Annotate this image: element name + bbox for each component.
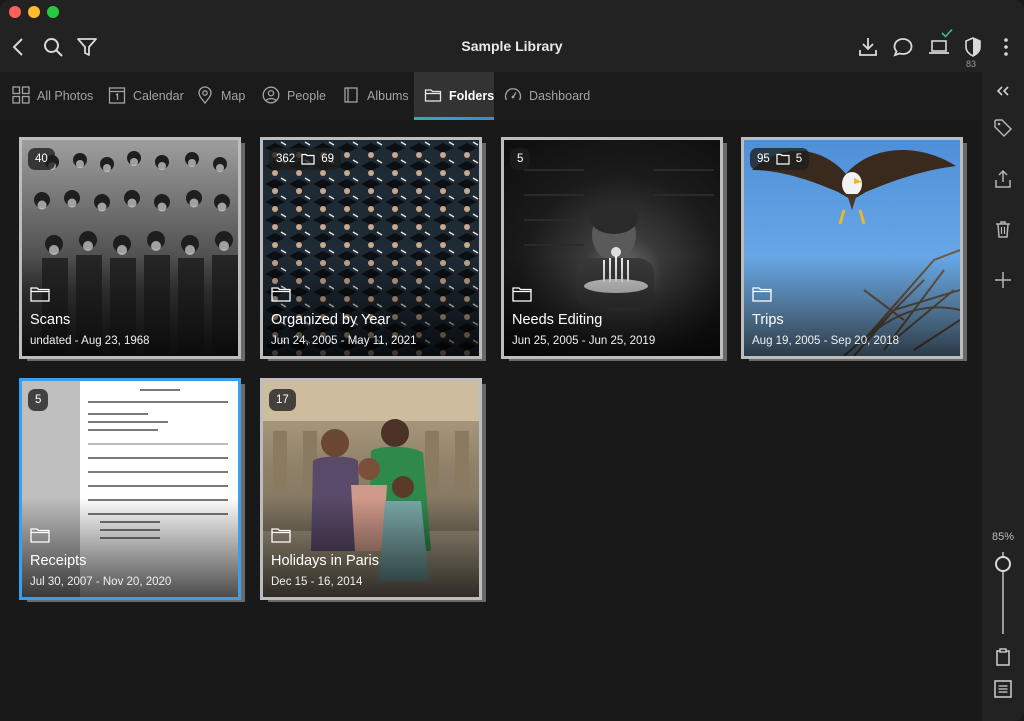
folder-icon	[512, 287, 532, 302]
item-count-badge: 362 69	[269, 148, 341, 170]
minimize-window-button[interactable]	[28, 6, 40, 18]
shield-count: 83	[966, 59, 977, 69]
tab-label: Dashboard	[529, 89, 591, 103]
photo-count: 362	[276, 153, 296, 165]
folder-icon	[271, 528, 291, 543]
tab-label: All Photos	[37, 89, 94, 103]
folder-title: Scans	[30, 312, 71, 328]
folder-title: Receipts	[30, 553, 87, 569]
folder-date-range: Jun 24, 2005 - May 11, 2021	[271, 335, 417, 347]
photo-count: 5	[517, 153, 524, 165]
folder-thumbnail: 5 Receipts Jul 30, 2007 - Nov 20, 2020	[22, 381, 238, 597]
folder-thumbnail: 5 Needs Editing Jun 25, 2005 - Jun 25, 2…	[504, 140, 720, 356]
zoom-slider-knob[interactable]	[995, 556, 1011, 573]
share-icon[interactable]	[992, 168, 1014, 190]
item-count-badge: 17	[269, 389, 296, 411]
folder-date-range: Aug 19, 2005 - Sep 20, 2018	[752, 335, 900, 347]
folder-icon	[30, 528, 50, 543]
folder-thumbnail: 17 Holidays in Paris Dec 15 - 16, 2014	[263, 381, 479, 597]
folder-thumbnail: 40 Scans undated - Aug 23, 1968	[22, 140, 238, 356]
folder-card-needs-editing[interactable]: 5 Needs Editing Jun 25, 2005 - Jun 25, 2…	[501, 137, 727, 361]
map-pin-icon	[196, 85, 214, 107]
folder-grid: 40 Scans undated - Aug 23, 1968 362 69 O…	[0, 120, 982, 721]
tab-label: Albums	[367, 89, 409, 103]
subfolder-count: 69	[321, 153, 334, 165]
collapse-chevrons-icon[interactable]	[992, 80, 1014, 102]
app-window: Sample Library 83 All Photos Calendar Ma…	[0, 0, 1024, 721]
photo-count: 95	[757, 153, 770, 165]
add-icon[interactable]	[992, 269, 1014, 291]
tab-people[interactable]: People	[252, 72, 336, 120]
folder-title: Organized by Year	[271, 312, 391, 328]
laptop-sync-icon[interactable]	[928, 36, 950, 58]
folder-title: Holidays in Paris	[271, 553, 379, 569]
person-icon	[262, 86, 280, 107]
item-count-badge: 40	[28, 148, 55, 170]
info-panel-icon[interactable]	[992, 678, 1014, 700]
grid-icon	[12, 85, 30, 107]
folder-card-scans[interactable]: 40 Scans undated - Aug 23, 1968	[19, 137, 245, 361]
folder-card-receipts[interactable]: 5 Receipts Jul 30, 2007 - Nov 20, 2020	[19, 378, 245, 602]
tab-map[interactable]: Map	[186, 72, 255, 120]
tab-label: Map	[221, 89, 246, 103]
tab-label: People	[287, 89, 326, 103]
zoom-window-button[interactable]	[47, 6, 59, 18]
subfolder-count: 5	[795, 153, 803, 165]
item-count-badge: 5	[28, 389, 49, 411]
shield-icon[interactable]	[962, 36, 984, 58]
albums-icon	[342, 86, 360, 107]
folder-icon	[271, 287, 291, 302]
folder-card-holidays-in-paris[interactable]: 17 Holidays in Paris Dec 15 - 16, 2014	[260, 378, 486, 602]
tab-label: Folders	[449, 89, 495, 103]
folder-thumbnail: 95 5 Trips Aug 19, 2005 - Sep 20, 2018	[744, 140, 960, 356]
folder-date-range: Dec 15 - 16, 2014	[271, 576, 363, 588]
tag-icon[interactable]	[992, 117, 1014, 139]
folder-date-range: Jun 25, 2005 - Jun 25, 2019	[512, 335, 656, 347]
tab-all-photos[interactable]: All Photos	[2, 72, 103, 120]
checkmark-icon	[941, 28, 953, 38]
folder-icon	[30, 287, 50, 302]
view-tab-bar: All Photos Calendar Map People Albums Fo…	[0, 72, 982, 120]
folder-card-trips[interactable]: 95 5 Trips Aug 19, 2005 - Sep 20, 2018	[741, 137, 967, 361]
tab-label: Calendar	[133, 89, 184, 103]
photo-count: 17	[276, 394, 289, 406]
toolbar: Sample Library 83	[0, 0, 1024, 72]
folder-thumbnail: 362 69 Organized by Year Jun 24, 2005 - …	[263, 140, 479, 356]
photo-count: 5	[35, 394, 42, 406]
gauge-icon	[504, 86, 522, 107]
folder-card-organized-by-year[interactable]: 362 69 Organized by Year Jun 24, 2005 - …	[260, 137, 486, 361]
folder-icon	[752, 287, 772, 302]
folder-date-range: undated - Aug 23, 1968	[30, 335, 150, 347]
right-sidebar: 85%	[982, 72, 1024, 721]
import-icon[interactable]	[857, 36, 879, 58]
folder-date-range: Jul 30, 2007 - Nov 20, 2020	[30, 576, 172, 588]
calendar-icon	[108, 86, 126, 107]
item-count-badge: 5	[510, 148, 531, 170]
folder-title: Trips	[752, 312, 784, 328]
item-count-badge: 95 5	[750, 148, 810, 170]
photo-count: 40	[35, 153, 48, 165]
more-menu-icon[interactable]	[995, 36, 1017, 58]
clipboard-icon[interactable]	[992, 646, 1014, 668]
close-window-button[interactable]	[9, 6, 21, 18]
zoom-level-label: 85%	[991, 531, 1015, 543]
subfolder-icon	[776, 153, 790, 165]
tab-calendar[interactable]: Calendar	[98, 72, 194, 120]
tab-dashboard[interactable]: Dashboard	[494, 72, 600, 120]
trash-icon[interactable]	[992, 218, 1014, 240]
subfolder-icon	[301, 153, 315, 165]
chat-bubble-icon[interactable]	[892, 36, 914, 58]
folder-title: Needs Editing	[512, 312, 603, 328]
folder-icon	[424, 86, 442, 107]
tab-folders[interactable]: Folders	[414, 72, 494, 120]
tab-albums[interactable]: Albums	[332, 72, 419, 120]
